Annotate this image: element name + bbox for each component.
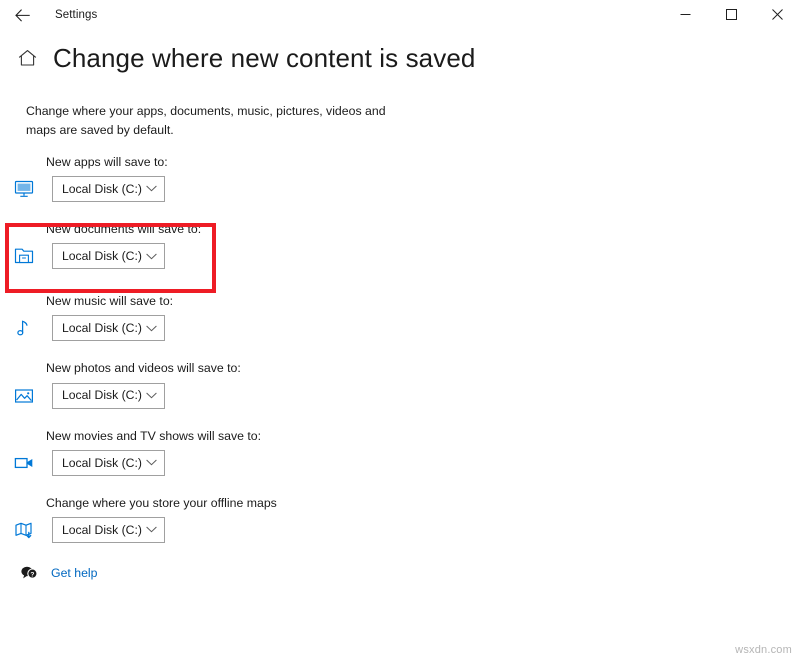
monitor-icon [14,176,44,202]
page-description: Change where your apps, documents, music… [26,103,386,137]
control-line: Local Disk (C:) [14,449,800,476]
setting-row-movies-tv: New movies and TV shows will save to: Lo… [0,428,800,476]
maximize-icon [725,7,737,25]
maximize-button[interactable] [708,0,754,31]
settings-list: New apps will save to: Local Disk (C:) N… [0,154,800,543]
minimize-icon [680,7,691,25]
dropdown-value: Local Disk (C:) [62,388,142,403]
chevron-down-icon [146,185,157,192]
picture-icon [14,383,44,409]
page-header: Change where new content is saved [18,44,800,73]
page-title: Change where new content is saved [53,43,476,73]
watermark: wsxdn.com [735,644,792,656]
setting-label: New music will save to: [46,294,174,309]
chevron-down-icon [146,526,157,533]
setting-row-music: New music will save to: Local Disk (C:) [0,293,800,342]
control-line: Local Disk (C:) [14,175,800,202]
get-help-row: ? Get help [20,565,800,581]
dropdown-value: Local Disk (C:) [62,248,142,263]
setting-row-documents: New documents will save to: Local Disk (… [0,221,800,270]
folder-icon [14,243,44,269]
music-location-dropdown[interactable]: Local Disk (C:) [52,315,165,342]
help-bubble-icon: ? [20,565,46,581]
setting-row-photos-videos: New photos and videos will save to: Loca… [0,360,800,409]
back-arrow-icon [14,9,30,22]
dropdown-value: Local Disk (C:) [62,455,142,470]
setting-label: New apps will save to: [46,154,168,169]
music-note-icon [14,315,44,341]
close-icon [771,7,783,25]
setting-label: New documents will save to: [46,221,202,236]
control-line: Local Disk (C:) [15,382,800,409]
dropdown-value: Local Disk (C:) [62,522,142,537]
title-bar: Settings [0,0,800,31]
minimize-button[interactable] [662,0,708,31]
setting-row-offline-maps: Change where you store your offline maps… [0,495,800,543]
control-line: Local Disk (C:) [17,315,800,342]
svg-text:?: ? [30,571,34,578]
map-download-icon [14,517,44,543]
documents-location-dropdown[interactable]: Local Disk (C:) [52,243,165,270]
chevron-down-icon [146,253,157,260]
dropdown-value: Local Disk (C:) [62,181,142,196]
chevron-down-icon [146,392,157,399]
get-help-link[interactable]: Get help [51,566,98,580]
photos-videos-location-dropdown[interactable]: Local Disk (C:) [52,382,165,409]
app-title: Settings [55,8,98,21]
setting-row-apps: New apps will save to: Local Disk (C:) [0,154,800,202]
chevron-down-icon [146,459,157,466]
apps-location-dropdown[interactable]: Local Disk (C:) [52,175,165,202]
video-camera-icon [14,450,44,476]
window-controls [662,0,800,31]
dropdown-value: Local Disk (C:) [62,321,142,336]
close-button[interactable] [754,0,800,31]
back-button[interactable] [0,0,44,31]
movies-tv-location-dropdown[interactable]: Local Disk (C:) [52,449,165,476]
setting-label: New photos and videos will save to: [46,361,241,376]
setting-label: New movies and TV shows will save to: [46,428,262,443]
control-line: Local Disk (C:) [15,516,800,543]
control-line: Local Disk (C:) [14,243,800,270]
home-icon[interactable] [18,49,46,67]
settings-window: Settings Change where new content is sav… [0,0,800,661]
setting-label: Change where you store your offline maps [46,495,277,510]
offline-maps-location-dropdown[interactable]: Local Disk (C:) [52,516,165,543]
chevron-down-icon [146,325,157,332]
